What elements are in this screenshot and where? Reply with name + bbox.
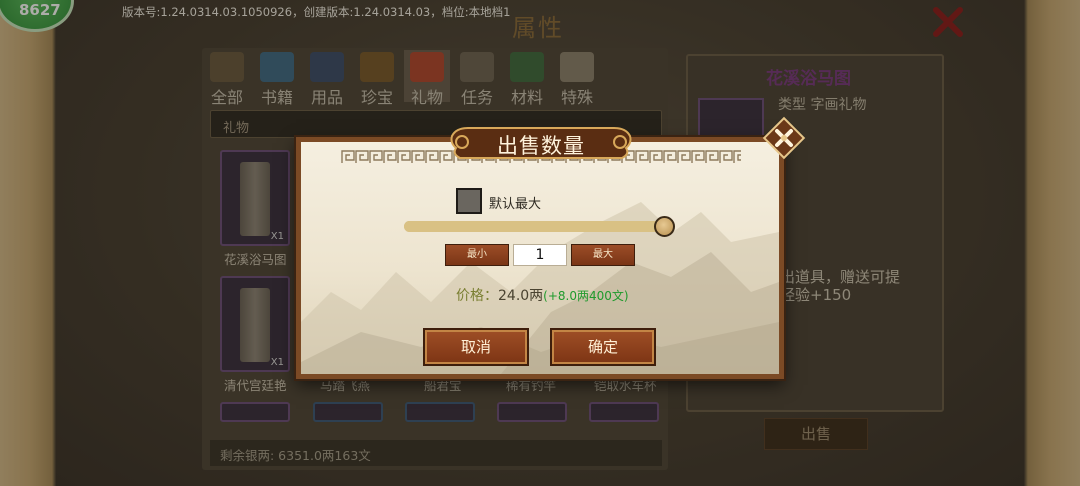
dialog-title-plaque: 出售数量 [448, 122, 634, 164]
dialog-title: 出售数量 [497, 134, 585, 158]
slider-handle[interactable] [654, 216, 675, 237]
default-max-checkbox[interactable] [456, 188, 482, 214]
default-max-label: 默认最大 [489, 197, 542, 212]
max-button[interactable]: 最大 [571, 244, 635, 266]
price-bonus: (+8.0两400文) [543, 289, 629, 303]
price-line: 价格：24.0两(+8.0两400文) [456, 285, 629, 305]
slider-fill [404, 221, 666, 232]
dialog-close-icon[interactable] [760, 114, 808, 162]
min-button[interactable]: 最小 [445, 244, 509, 266]
price-value: 24.0两 [498, 288, 544, 304]
quantity-input[interactable]: 1 [513, 244, 567, 266]
cancel-button[interactable]: 取消 [423, 328, 529, 366]
price-label: 价格： [456, 288, 498, 304]
confirm-button[interactable]: 确定 [550, 328, 656, 366]
quantity-slider[interactable] [404, 221, 666, 232]
